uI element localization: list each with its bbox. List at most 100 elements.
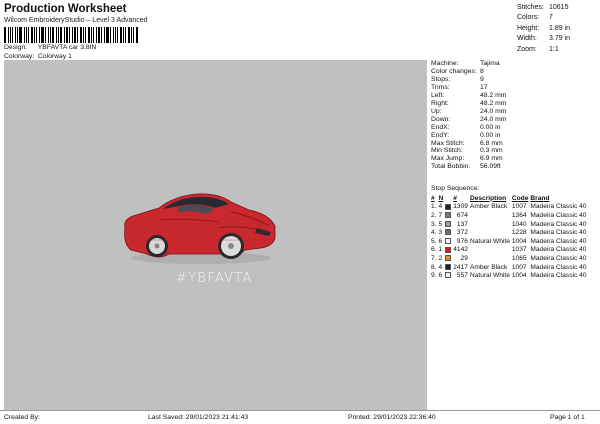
barcode-bar: [73, 27, 76, 43]
summary-row: Zoom: 1:1: [517, 45, 597, 55]
printed-date: Printed: 29/01/2023 22:36:40: [348, 414, 436, 421]
thread-description: [470, 254, 512, 263]
table-row: 5. 6 976 Natural White 1004 Madeira Classic 4…: [431, 237, 588, 246]
info-row: EndX: 0.00 in: [431, 124, 597, 132]
thread-brand: Madeira Classic 40: [530, 229, 587, 237]
thread-brand: Madeira Classic 40: [530, 263, 587, 271]
info-label: Max Jump:: [431, 155, 465, 163]
info-row: Up: 24.0 mm: [431, 108, 597, 116]
thread-number: 976: [456, 237, 468, 245]
needle-number: 4: [438, 203, 443, 211]
machine-info-panel: Machine: Tajima Color changes: 8 Stops: 9 Trim…: [431, 60, 597, 171]
software-subtitle: Wilcom EmbroideryStudio – Level 3 Advanc…: [4, 17, 148, 24]
barcode-bar: [50, 27, 52, 43]
info-label: Max Stitch:: [431, 139, 465, 147]
info-value: 0.00 in: [480, 123, 501, 131]
summary-value: 7: [549, 14, 553, 22]
info-row: Max Stitch: 6.8 mm: [431, 140, 597, 148]
color-swatch: [445, 228, 453, 237]
thread-brand: Madeira Classic 40: [530, 203, 587, 211]
table-row: 3. 5 137 1040 Madeira Classic 40: [431, 220, 588, 229]
needle-number: 4: [438, 263, 443, 271]
barcode-bar: [52, 27, 54, 43]
barcode-bar: [72, 27, 73, 43]
color-swatch-icon: [445, 255, 452, 262]
summary-label: Height:: [517, 24, 540, 32]
info-row: Machine: Tajima: [431, 60, 597, 68]
col-brand: Brand: [530, 194, 550, 202]
last-saved: Last Saved: 29/01/2023 21:41:43: [148, 414, 249, 421]
color-swatch-icon: [445, 246, 452, 253]
info-value: 24.0 mm: [480, 107, 507, 115]
created-by: Created By:: [4, 414, 40, 421]
needle-number: 2: [438, 254, 443, 262]
col-number: #: [453, 194, 457, 202]
summary-value: 10615: [549, 4, 569, 11]
info-label: Right:: [431, 99, 449, 107]
needle-number: 6: [438, 237, 443, 245]
summary-label: Zoom:: [517, 45, 537, 53]
thread-brand: Madeira Classic 40: [530, 220, 587, 228]
thread-number: 29: [460, 254, 468, 262]
barcode-bar: [104, 27, 105, 43]
barcode: [4, 27, 139, 43]
barcode-bar: [66, 27, 69, 43]
barcode-bar: [79, 27, 83, 43]
barcode-bar: [17, 27, 19, 43]
info-label: Color changes:: [431, 67, 477, 75]
thread-description: [470, 228, 512, 237]
info-label: Left:: [431, 91, 445, 99]
col-needle: N: [438, 194, 444, 202]
barcode-bar: [9, 27, 11, 43]
info-value: 9: [480, 75, 484, 83]
step-index: 4.: [431, 229, 437, 237]
barcode-bar: [7, 27, 9, 43]
summary-label: Stitches:: [517, 4, 544, 11]
info-label: Stops:: [431, 75, 451, 83]
barcode-bar: [115, 27, 117, 43]
thread-code: 1004: [511, 237, 527, 245]
info-label: Total Bobbin:: [431, 163, 471, 171]
car-embroidery-image: [124, 193, 276, 264]
color-swatch: [445, 237, 453, 246]
stop-sequence-title: Stop Sequence:: [431, 185, 480, 192]
thread-description: Amber Black: [469, 263, 508, 271]
thread-description: Amber Black: [469, 203, 508, 211]
needle-number: 5: [438, 220, 443, 228]
barcode-bar: [64, 27, 66, 43]
barcode-bar: [40, 27, 44, 43]
thread-brand: Madeira Classic 40: [530, 237, 587, 245]
barcode-bar: [136, 27, 138, 43]
step-index: 7.: [431, 254, 437, 262]
info-value: 48.2 mm: [480, 91, 507, 99]
thread-number: 2417: [453, 263, 468, 271]
info-value: 48.2 mm: [480, 99, 507, 107]
thread-code: 1040: [511, 220, 527, 228]
step-index: 1.: [431, 203, 437, 211]
step-index: 8.: [431, 263, 437, 271]
design-text: #YBFAVTA: [176, 271, 253, 286]
barcode-bar: [133, 27, 135, 43]
thread-code: 1065: [511, 254, 527, 262]
thread-number: 674: [456, 211, 468, 219]
info-row: Max Jump: 6.9 mm: [431, 155, 597, 163]
thread-brand: Madeira Classic 40: [530, 272, 587, 280]
design-row: Design: YBFAVTA car 3,8IN: [4, 44, 96, 52]
col-description: Description: [469, 194, 507, 202]
step-index: 3.: [431, 220, 437, 228]
thread-code: 1007: [511, 203, 527, 211]
barcode-bar: [4, 27, 6, 43]
info-label: Min Stitch:: [431, 147, 463, 155]
barcode-bar: [57, 27, 59, 43]
color-swatch-icon: [445, 263, 452, 270]
summary-value: 3.79 in: [549, 35, 571, 43]
summary-value: 1:1: [549, 45, 559, 53]
col-swatch: [445, 194, 453, 203]
info-value: 6.8 mm: [480, 139, 503, 147]
barcode-bar: [23, 27, 25, 43]
thread-number: 4142: [453, 246, 468, 254]
thread-number: 557: [456, 272, 468, 280]
barcode-bar: [25, 27, 27, 43]
summary-label: Colors:: [517, 14, 540, 22]
info-row: Left: 48.2 mm: [431, 92, 597, 100]
